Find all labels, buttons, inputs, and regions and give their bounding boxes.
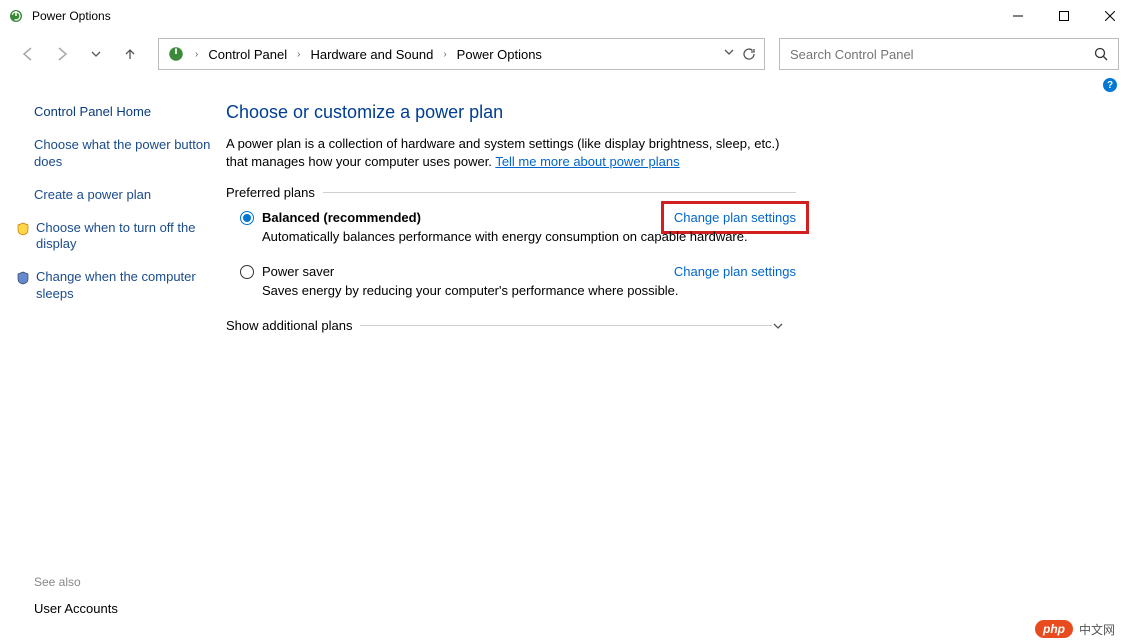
watermark-badge: php (1035, 620, 1073, 638)
description-link[interactable]: Tell me more about power plans (495, 154, 679, 169)
title-bar: Power Options (0, 0, 1133, 32)
nav-forward-button[interactable] (48, 40, 76, 68)
main-content: Choose or customize a power plan A power… (216, 94, 836, 333)
body-area: Control Panel Home Choose what the power… (0, 94, 1133, 333)
plan-power-saver: Power saver Change plan settings Saves e… (240, 264, 796, 298)
expander-label: Show additional plans (226, 318, 352, 333)
sidebar-link-sleep[interactable]: Change when the computer sleeps (16, 269, 212, 303)
sidebar-link-display-off[interactable]: Choose when to turn off the display (16, 220, 212, 254)
help-row: ? (0, 76, 1133, 94)
address-bar[interactable]: › Control Panel › Hardware and Sound › P… (158, 38, 765, 70)
address-dropdown-button[interactable] (724, 47, 734, 61)
window-controls (995, 0, 1133, 32)
sidebar-link-create-plan[interactable]: Create a power plan (34, 187, 212, 204)
preferred-plans-header: Preferred plans (226, 185, 796, 200)
nav-back-button[interactable] (14, 40, 42, 68)
page-description: A power plan is a collection of hardware… (226, 135, 796, 171)
section-label: Preferred plans (226, 185, 315, 200)
show-additional-plans[interactable]: Show additional plans (226, 318, 796, 333)
sidebar-link-power-button[interactable]: Choose what the power button does (34, 137, 212, 171)
plan-balanced: Balanced (recommended) Change plan setti… (240, 210, 796, 244)
nav-up-button[interactable] (116, 40, 144, 68)
breadcrumb-item[interactable]: Hardware and Sound (308, 43, 435, 66)
shield-icon (16, 222, 30, 236)
breadcrumb-item[interactable]: Control Panel (206, 43, 289, 66)
shield-icon (16, 271, 30, 285)
search-bar[interactable] (779, 38, 1119, 70)
page-title: Choose or customize a power plan (226, 102, 796, 123)
refresh-button[interactable] (742, 47, 756, 61)
divider (360, 325, 772, 326)
chevron-right-icon: › (443, 49, 446, 60)
app-icon (8, 8, 24, 24)
watermark-text: 中文网 (1079, 621, 1115, 638)
see-also-link[interactable]: User Accounts (34, 601, 118, 616)
chevron-down-icon (772, 320, 796, 332)
address-icon (167, 45, 185, 63)
chevron-right-icon: › (195, 49, 198, 60)
search-icon[interactable] (1094, 47, 1108, 61)
search-input[interactable] (790, 47, 1094, 62)
see-also: See also User Accounts (34, 575, 118, 616)
sidebar-home-link[interactable]: Control Panel Home (34, 104, 212, 121)
plan-description: Saves energy by reducing your computer's… (262, 283, 796, 298)
breadcrumb-item[interactable]: Power Options (455, 43, 544, 66)
sidebar-link-label: Change when the computer sleeps (36, 269, 212, 303)
minimize-button[interactable] (995, 0, 1041, 32)
change-plan-settings-link[interactable]: Change plan settings (674, 264, 796, 279)
toolbar: › Control Panel › Hardware and Sound › P… (0, 32, 1133, 76)
watermark: php 中文网 (1035, 620, 1115, 638)
nav-recent-button[interactable] (82, 40, 110, 68)
plan-name[interactable]: Balanced (recommended) (262, 210, 421, 225)
radio-power-saver[interactable] (240, 265, 254, 279)
maximize-button[interactable] (1041, 0, 1087, 32)
plan-description: Automatically balances performance with … (262, 229, 796, 244)
plan-name[interactable]: Power saver (262, 264, 334, 279)
help-icon[interactable]: ? (1103, 78, 1117, 92)
chevron-right-icon: › (297, 49, 300, 60)
sidebar: Control Panel Home Choose what the power… (16, 94, 216, 333)
breadcrumb: › Control Panel › Hardware and Sound › P… (191, 43, 544, 66)
divider (323, 192, 796, 193)
see-also-label: See also (34, 575, 118, 589)
radio-balanced[interactable] (240, 211, 254, 225)
sidebar-link-label: Choose when to turn off the display (36, 220, 212, 254)
close-button[interactable] (1087, 0, 1133, 32)
window-title: Power Options (32, 9, 111, 23)
